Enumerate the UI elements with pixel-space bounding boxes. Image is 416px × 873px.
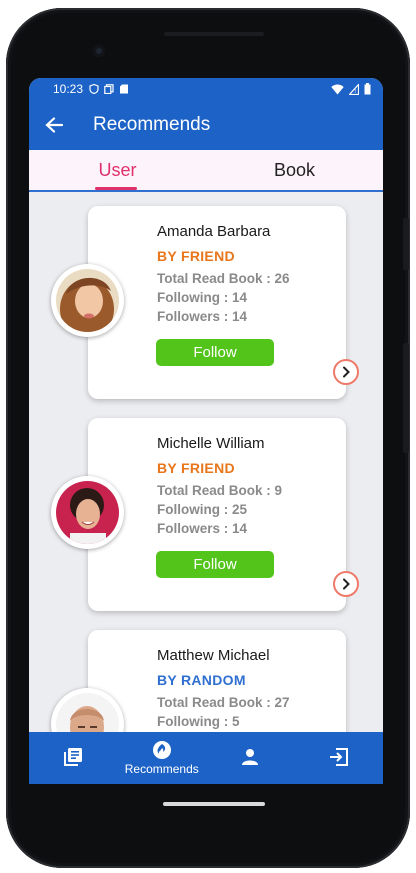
copy-icon [104, 84, 114, 94]
user-card[interactable]: Matthew Michael BY RANDOM Total Read Boo… [88, 630, 346, 732]
total-read-book: Total Read Book : 9 [157, 483, 283, 498]
user-card[interactable]: Michelle William BY FRIEND Total Read Bo… [88, 418, 346, 611]
nav-library[interactable] [29, 732, 118, 784]
following-count: Following : 5 [157, 714, 240, 729]
recommends-icon [152, 741, 171, 759]
library-icon [64, 748, 83, 766]
logout-icon [329, 748, 348, 766]
signal-icon: ! [349, 83, 359, 95]
user-card[interactable]: Amanda Barbara BY FRIEND Total Read Book… [88, 206, 346, 399]
user-name: Amanda Barbara [157, 223, 271, 240]
page-title: Recommends [93, 114, 211, 135]
user-name: Matthew Michael [157, 647, 270, 664]
recommend-source: BY FRIEND [157, 460, 235, 476]
chevron-right-icon [343, 578, 350, 590]
open-user-button[interactable] [333, 359, 359, 385]
power-button [403, 218, 409, 270]
app-bar: Recommends [29, 100, 383, 150]
total-read-book: Total Read Book : 26 [157, 271, 290, 286]
avatar-photo [56, 481, 119, 544]
following-count: Following : 14 [157, 290, 247, 305]
avatar-image [56, 693, 119, 732]
user-name: Michelle William [157, 435, 265, 452]
avatar[interactable] [51, 264, 124, 337]
wifi-icon [331, 83, 344, 94]
recommend-user-list: Amanda Barbara BY FRIEND Total Read Book… [29, 194, 383, 732]
tab-bar: User Book [29, 150, 383, 192]
total-read-book: Total Read Book : 27 [157, 695, 290, 710]
followers-count: Followers : 14 [157, 309, 248, 324]
tab-book[interactable]: Book [206, 150, 383, 190]
sd-card-icon [120, 84, 129, 94]
bottom-nav: Recommends [29, 732, 383, 784]
vpn-icon [89, 84, 99, 94]
status-time: 10:23 [53, 82, 84, 96]
arrow-left-icon [45, 117, 63, 133]
app-screen: 10:23 ! Recommends User Book Amanda Barb… [29, 78, 383, 784]
chevron-right-icon [343, 366, 350, 378]
recommend-source: BY FRIEND [157, 248, 235, 264]
tab-user[interactable]: User [29, 150, 206, 190]
nav-profile[interactable] [206, 732, 295, 784]
open-user-button[interactable] [333, 571, 359, 597]
volume-button [403, 343, 409, 453]
home-indicator [163, 802, 265, 806]
avatar-photo [56, 269, 119, 332]
nav-recommends-label: Recommends [124, 762, 199, 776]
front-camera [93, 45, 105, 57]
status-right-icons: ! [331, 83, 371, 95]
earpiece-speaker [164, 32, 264, 36]
battery-icon [364, 83, 371, 95]
nav-recommends[interactable]: Recommends [118, 732, 207, 784]
followers-count: Followers : 14 [157, 521, 248, 536]
status-bar: 10:23 ! [29, 78, 383, 100]
follow-button[interactable]: Follow [156, 339, 274, 366]
nav-logout[interactable] [295, 732, 384, 784]
recommend-source: BY RANDOM [157, 672, 246, 688]
avatar-image [56, 269, 119, 332]
avatar[interactable] [51, 476, 124, 549]
back-button[interactable] [29, 100, 79, 150]
svg-text:!: ! [354, 88, 356, 95]
avatar-image [56, 481, 119, 544]
profile-icon [242, 749, 259, 765]
follow-button[interactable]: Follow [156, 551, 274, 578]
avatar-photo [56, 693, 119, 732]
following-count: Following : 25 [157, 502, 247, 517]
